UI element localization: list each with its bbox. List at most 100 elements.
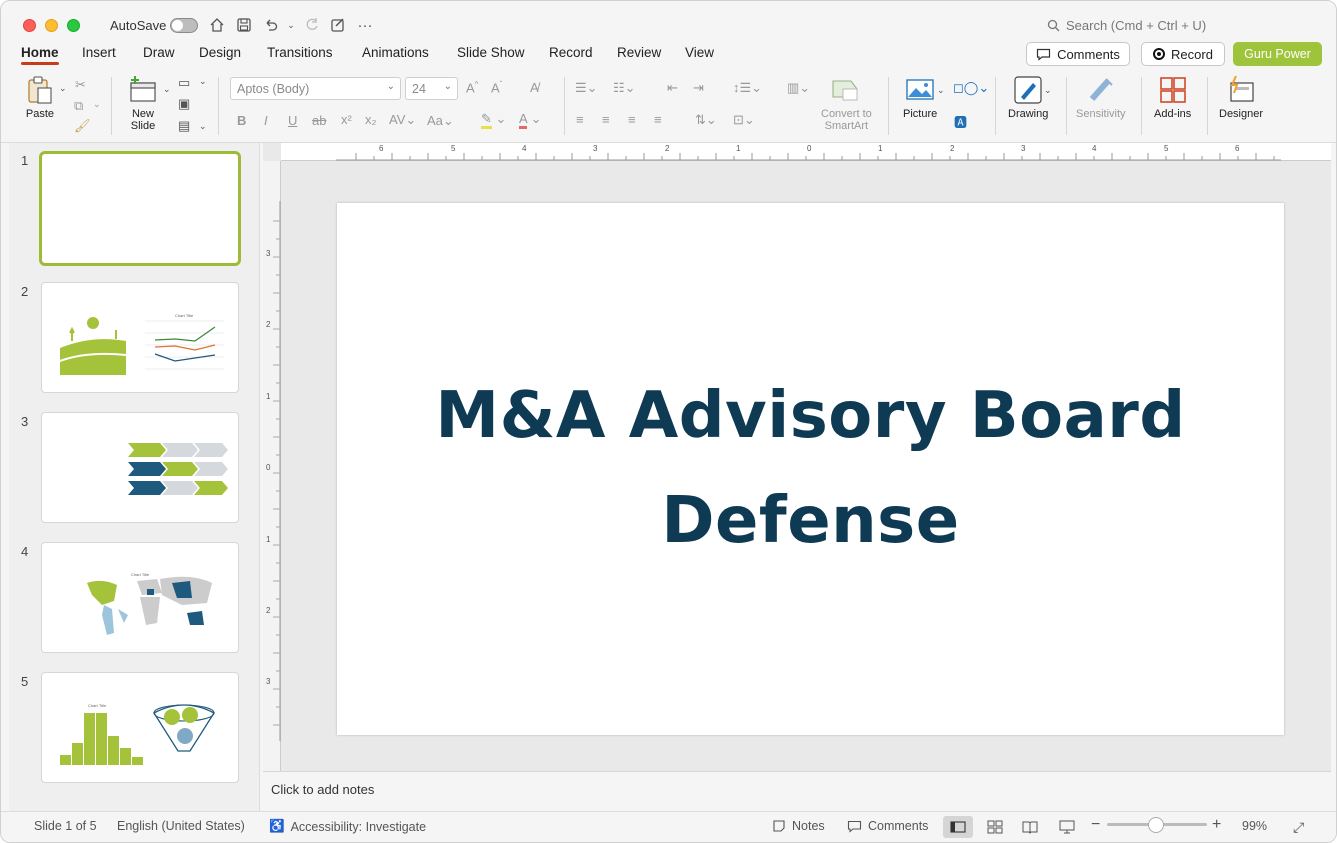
- new-slide-dropdown-icon[interactable]: ⌄: [163, 84, 171, 95]
- tab-design[interactable]: Design: [199, 45, 241, 60]
- align-text-icon[interactable]: ⊡⌄: [733, 112, 755, 128]
- tab-home[interactable]: Home: [21, 45, 59, 65]
- format-painter-icon[interactable]: 🖌: [74, 118, 91, 134]
- line-spacing-icon[interactable]: ↕☰⌄: [733, 80, 762, 96]
- slide-editor[interactable]: 6 5 4 3 2 1 0 1 2 3 4 5 6 3 2 1 0 1 2 3 …: [263, 143, 1331, 771]
- notes-pane[interactable]: Click to add notes: [263, 771, 1331, 809]
- text-box-icon[interactable]: 🅰: [954, 112, 967, 131]
- text-direction-icon[interactable]: ⇅⌄: [695, 112, 717, 128]
- picture-button[interactable]: Picture: [903, 75, 937, 120]
- shapes-icon[interactable]: ◻◯⌄: [953, 80, 989, 96]
- underline-icon[interactable]: U: [288, 113, 297, 128]
- record-button[interactable]: Record: [1141, 42, 1225, 66]
- tab-record[interactable]: Record: [549, 45, 593, 60]
- slide-title[interactable]: M&A Advisory Board Defense: [401, 364, 1221, 574]
- cut-icon[interactable]: ✂: [75, 77, 86, 93]
- change-case-icon[interactable]: Aa⌄: [427, 113, 454, 129]
- tab-insert[interactable]: Insert: [82, 45, 116, 60]
- slide-thumbnail-2[interactable]: Chart Title: [41, 282, 239, 393]
- bullets-icon[interactable]: ☰⌄: [575, 80, 598, 96]
- font-color-icon[interactable]: A ⌄: [519, 111, 541, 129]
- redo-icon[interactable]: [302, 15, 322, 35]
- decrease-font-size-icon[interactable]: Aˇ: [491, 80, 502, 95]
- drawing-button[interactable]: Drawing: [1008, 75, 1048, 120]
- slide-thumbnails-panel[interactable]: 1 2 Chart Title 3 4 Chart Title 5 Chart …: [9, 143, 260, 811]
- slide-show-view-button[interactable]: [1052, 816, 1082, 838]
- accessibility-button[interactable]: ♿ Accessibility: Investigate: [269, 819, 426, 834]
- italic-icon[interactable]: I: [264, 113, 268, 128]
- copy-dropdown-icon[interactable]: ⌄: [93, 99, 101, 110]
- add-ins-button[interactable]: Add-ins: [1154, 75, 1191, 120]
- notes-button[interactable]: Notes: [772, 819, 825, 833]
- tab-slide-show[interactable]: Slide Show: [457, 45, 525, 60]
- minimize-window-button[interactable]: [45, 19, 58, 32]
- normal-view-button[interactable]: [943, 816, 973, 838]
- superscript-icon[interactable]: x²: [341, 112, 352, 127]
- tab-animations[interactable]: Animations: [362, 45, 429, 60]
- align-left-icon[interactable]: ≡: [576, 112, 584, 127]
- align-center-icon[interactable]: ≡: [602, 112, 610, 127]
- home-icon[interactable]: [207, 15, 227, 35]
- customize-toolbar-icon[interactable]: [328, 15, 348, 35]
- tab-draw[interactable]: Draw: [143, 45, 175, 60]
- decrease-indent-icon[interactable]: ⇤: [667, 80, 678, 96]
- slide-sorter-view-button[interactable]: [980, 816, 1010, 838]
- align-right-icon[interactable]: ≡: [628, 112, 636, 127]
- layout-icon[interactable]: ▭: [178, 75, 190, 91]
- thumbnail-number: 2: [21, 284, 29, 299]
- convert-to-smartart-button[interactable]: Convert to SmartArt: [821, 75, 872, 132]
- save-icon[interactable]: [234, 15, 254, 35]
- increase-indent-icon[interactable]: ⇥: [693, 80, 704, 96]
- comments-status-button[interactable]: Comments: [847, 819, 928, 833]
- slide-canvas[interactable]: M&A Advisory Board Defense: [337, 203, 1284, 735]
- columns-icon[interactable]: ▥⌄: [787, 80, 810, 96]
- zoom-slider-handle[interactable]: [1148, 817, 1164, 833]
- drawing-dropdown-icon[interactable]: ⌄: [1044, 85, 1052, 96]
- strikethrough-icon[interactable]: ab: [312, 113, 326, 128]
- comments-button[interactable]: Comments: [1026, 42, 1130, 66]
- section-icon[interactable]: ▤: [178, 118, 190, 134]
- slide-thumbnail-4[interactable]: Chart Title: [41, 542, 239, 653]
- layout-dropdown-icon[interactable]: ⌄: [199, 76, 207, 87]
- zoom-level[interactable]: 99%: [1242, 819, 1267, 833]
- undo-dropdown-icon[interactable]: ⌄: [281, 15, 301, 35]
- undo-icon[interactable]: [261, 15, 281, 35]
- designer-button[interactable]: Designer: [1219, 75, 1263, 120]
- reset-slide-icon[interactable]: ▣: [178, 96, 190, 112]
- slide-thumbnail-3[interactable]: [41, 412, 239, 523]
- character-spacing-icon[interactable]: AV⌄: [389, 112, 416, 128]
- paste-button[interactable]: Paste: [24, 75, 56, 120]
- autosave-toggle[interactable]: [170, 18, 198, 33]
- justify-icon[interactable]: ≡: [654, 112, 662, 127]
- search-box[interactable]: Search (Cmd + Ctrl + U): [1047, 18, 1206, 33]
- zoom-window-button[interactable]: [67, 19, 80, 32]
- clear-formatting-icon[interactable]: A̸: [530, 80, 539, 95]
- tab-transitions[interactable]: Transitions: [267, 45, 333, 60]
- slide-thumbnail-1[interactable]: [39, 151, 241, 266]
- zoom-out-button[interactable]: −: [1091, 816, 1100, 834]
- font-name-select[interactable]: Aptos (Body) ⌄: [230, 77, 401, 100]
- horizontal-ruler: 6 5 4 3 2 1 0 1 2 3 4 5 6: [281, 143, 1331, 161]
- highlight-icon[interactable]: ✎ ⌄: [481, 111, 506, 129]
- section-dropdown-icon[interactable]: ⌄: [199, 121, 207, 132]
- subscript-icon[interactable]: x₂: [365, 112, 377, 127]
- bold-icon[interactable]: B: [237, 113, 246, 128]
- increase-font-size-icon[interactable]: A^: [466, 80, 478, 95]
- fit-to-window-icon[interactable]: ⤢: [1293, 819, 1304, 836]
- font-size-select[interactable]: 24 ⌄: [405, 77, 458, 100]
- numbering-icon[interactable]: ☷⌄: [613, 80, 636, 96]
- language-indicator[interactable]: English (United States): [117, 819, 245, 833]
- sensitivity-button[interactable]: Sensitivity: [1076, 75, 1126, 120]
- paste-dropdown-icon[interactable]: ⌄: [59, 83, 67, 94]
- zoom-in-button[interactable]: +: [1212, 816, 1221, 834]
- slide-thumbnail-5[interactable]: Chart Title: [41, 672, 239, 783]
- more-options-icon[interactable]: ···: [355, 15, 375, 35]
- guru-power-button[interactable]: Guru Power: [1233, 42, 1322, 66]
- picture-dropdown-icon[interactable]: ⌄: [937, 85, 945, 96]
- close-window-button[interactable]: [23, 19, 36, 32]
- reading-view-button[interactable]: [1015, 816, 1045, 838]
- tab-review[interactable]: Review: [617, 45, 661, 60]
- copy-icon[interactable]: ⧉: [74, 98, 83, 114]
- new-slide-button[interactable]: New Slide: [127, 75, 159, 132]
- tab-view[interactable]: View: [685, 45, 714, 60]
